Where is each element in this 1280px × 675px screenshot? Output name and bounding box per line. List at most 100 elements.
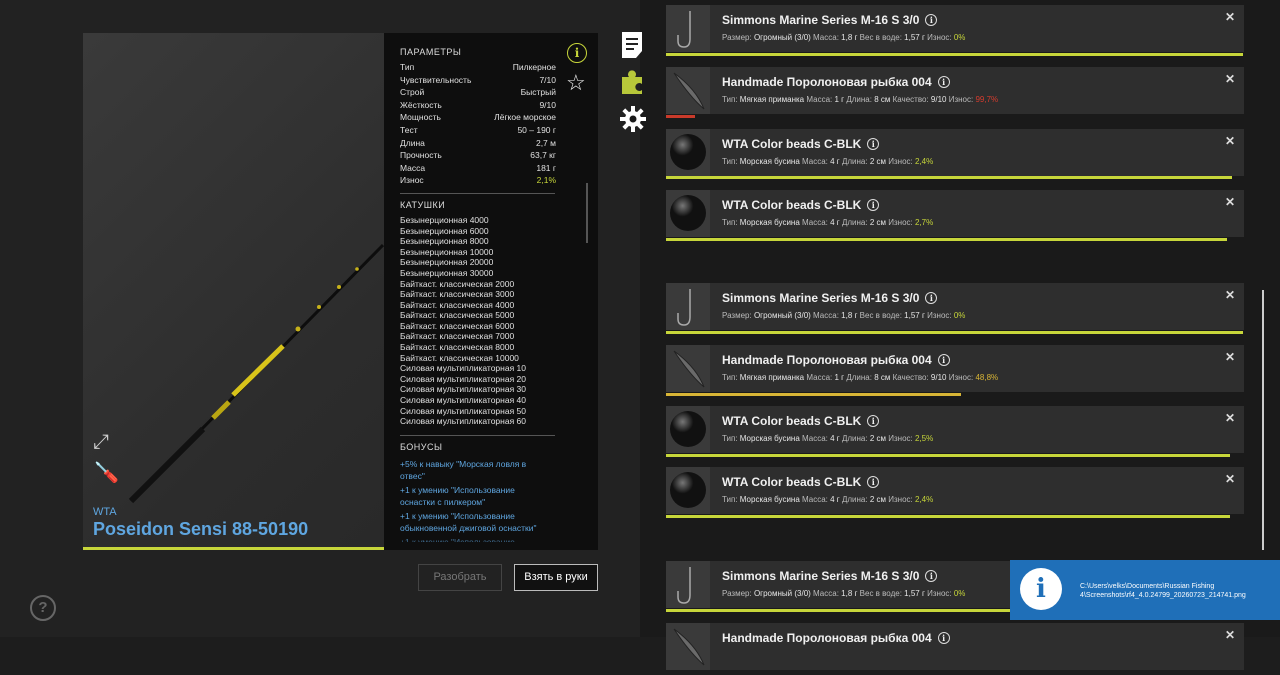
screenshot-toast[interactable]: i C:\Users\velks\Documents\Russian Fishi…: [1010, 560, 1280, 620]
tackle-thumbnail: [666, 190, 710, 237]
stat-value: Огромный (3/0): [753, 311, 811, 320]
stat-value: 1,8 г: [841, 589, 858, 598]
param-row: Чувствительность 7/10: [400, 74, 556, 87]
stat-value: 8 см: [874, 373, 891, 382]
info-icon[interactable]: i: [867, 199, 880, 211]
tackle-item[interactable]: WTA Color beads C-BLK i Тип: Морская бусин…: [666, 467, 1244, 514]
stat-label: Размер:: [722, 589, 752, 598]
info-icon[interactable]: i: [925, 570, 938, 582]
rod-parameters-panel: ПАРАМЕТРЫ Тип Пилкерное Чувствительность 7/…: [384, 33, 598, 550]
remove-close-icon[interactable]: ✕: [1225, 288, 1235, 302]
stat-label: Тип:: [722, 495, 738, 504]
stat-value: 1,8 г: [841, 33, 858, 42]
info-icon[interactable]: i: [567, 43, 587, 63]
repair-kit-icon[interactable]: 🪛: [94, 460, 119, 485]
params-scrollbar[interactable]: [586, 183, 588, 243]
tackle-title-text: Simmons Marine Series M-16 S 3/0: [722, 291, 920, 305]
stat-label: Тип:: [722, 218, 738, 227]
remove-close-icon[interactable]: ✕: [1225, 72, 1235, 86]
tackle-item[interactable]: Handmade Поролоновая рыбка 004 i Тип: Мягк…: [666, 345, 1244, 392]
info-icon[interactable]: i: [867, 476, 880, 488]
info-icon[interactable]: i: [937, 354, 950, 366]
param-value: Лёгкое морское: [494, 112, 556, 123]
tackle-item[interactable]: Handmade Поролоновая рыбка 004 i ✕: [666, 623, 1244, 670]
tackle-title-text: Simmons Marine Series M-16 S 3/0: [722, 13, 920, 27]
reel-item: Силовая мультипликаторная 40: [400, 395, 526, 406]
bonus-item: +1 к умению "Использование оснастки с пи…: [400, 484, 515, 507]
stat-value: 99,7%: [975, 95, 999, 104]
param-row: Тип Пилкерное: [400, 61, 556, 74]
remove-close-icon[interactable]: ✕: [1225, 628, 1235, 642]
tackle-thumbnail: [666, 467, 710, 514]
reel-item: Байткаст. классическая 6000: [400, 320, 515, 331]
tackle-stats: Тип: Морская бусина Масса: 4 г Длина: 2 …: [722, 218, 933, 227]
stat-value: 2 см: [869, 218, 887, 227]
reel-item: Байткаст. классическая 10000: [400, 352, 519, 363]
fish-icon: [673, 628, 705, 666]
stat-value: 1,57 г: [904, 33, 925, 42]
stat-label: Размер:: [722, 311, 752, 320]
tackle-puzzle-icon[interactable]: [620, 69, 646, 95]
info-icon[interactable]: i: [925, 14, 938, 26]
take-in-hands-button[interactable]: Взять в руки: [514, 564, 598, 591]
params-list: Тип Пилкерное Чувствительность 7/10 Строй Быс…: [400, 61, 556, 187]
reel-item: Силовая мультипликаторная 50: [400, 405, 526, 416]
tackle-title-text: WTA Color beads C-BLK: [722, 475, 862, 489]
stat-value: Морская бусина: [739, 157, 800, 166]
tackle-item[interactable]: Simmons Marine Series M-16 S 3/0 i Размер:…: [666, 283, 1244, 330]
tackle-thumbnail: [666, 345, 710, 392]
settings-gear-icon[interactable]: [620, 106, 646, 132]
param-row: Длина 2,7 м: [400, 137, 556, 150]
help-icon[interactable]: ?: [30, 595, 56, 621]
tackle-item[interactable]: WTA Color beads C-BLK i Тип: Морская бусин…: [666, 129, 1244, 176]
info-icon[interactable]: i: [867, 138, 880, 150]
stat-label: Длина:: [841, 218, 868, 227]
stat-value: Морская бусина: [739, 434, 800, 443]
tackle-title-text: Handmade Поролоновая рыбка 004: [722, 631, 932, 645]
stat-value: 0%: [953, 33, 966, 42]
expand-icon[interactable]: ⤢: [93, 431, 109, 454]
fish-icon: [673, 72, 705, 110]
info-icon[interactable]: i: [867, 415, 880, 427]
stat-value: 9/10: [930, 373, 947, 382]
param-value: Пилкерное: [512, 62, 556, 72]
remove-close-icon[interactable]: ✕: [1225, 350, 1235, 364]
tackle-item[interactable]: WTA Color beads C-BLK i Тип: Морская бусин…: [666, 406, 1244, 453]
stat-label: Износ:: [948, 95, 974, 104]
favorite-star-icon[interactable]: ☆: [566, 70, 586, 96]
param-value: Быстрый: [520, 87, 556, 98]
hook-icon: [677, 567, 691, 604]
tackle-title: Handmade Поролоновая рыбка 004 i: [722, 353, 950, 367]
param-value: 50 – 190 г: [517, 124, 556, 135]
remove-close-icon[interactable]: ✕: [1225, 411, 1235, 425]
tackle-stats: Тип: Мягкая приманка Масса: 1 г Длина: 8…: [722, 95, 998, 104]
tackle-stats: Тип: Морская бусина Масса: 4 г Длина: 2 …: [722, 495, 933, 504]
param-label: Масса: [400, 162, 426, 173]
tackle-item[interactable]: WTA Color beads C-BLK i Тип: Морская бусин…: [666, 190, 1244, 237]
stat-label: Масса:: [813, 311, 839, 320]
stat-label: Масса:: [802, 157, 828, 166]
stat-value: Морская бусина: [739, 218, 800, 227]
stat-label: Износ:: [927, 33, 952, 42]
tackle-stats: Тип: Морская бусина Масса: 4 г Длина: 2 …: [722, 434, 933, 443]
tackle-title-text: WTA Color beads C-BLK: [722, 137, 862, 151]
stat-label: Размер:: [722, 33, 752, 42]
remove-close-icon[interactable]: ✕: [1225, 134, 1235, 148]
tackle-item[interactable]: Handmade Поролоновая рыбка 004 i Тип: Мягк…: [666, 67, 1244, 114]
param-label: Износ: [400, 175, 424, 186]
info-icon[interactable]: i: [925, 292, 938, 304]
stat-label: Тип:: [722, 95, 738, 104]
tackle-item[interactable]: Simmons Marine Series M-16 S 3/0 i Размер:…: [666, 5, 1244, 52]
disassemble-button[interactable]: Разобрать: [418, 564, 502, 591]
notes-icon[interactable]: [620, 31, 644, 59]
param-value: 7/10: [539, 74, 556, 85]
stat-value: 1,57 г: [904, 311, 925, 320]
tackle-thumbnail: [666, 67, 710, 114]
tackle-scrollbar[interactable]: [1262, 290, 1264, 550]
info-icon[interactable]: i: [937, 632, 950, 644]
remove-close-icon[interactable]: ✕: [1225, 195, 1235, 209]
remove-close-icon[interactable]: ✕: [1225, 472, 1235, 486]
param-label: Мощность: [400, 112, 441, 123]
info-icon[interactable]: i: [937, 76, 950, 88]
remove-close-icon[interactable]: ✕: [1225, 10, 1235, 24]
